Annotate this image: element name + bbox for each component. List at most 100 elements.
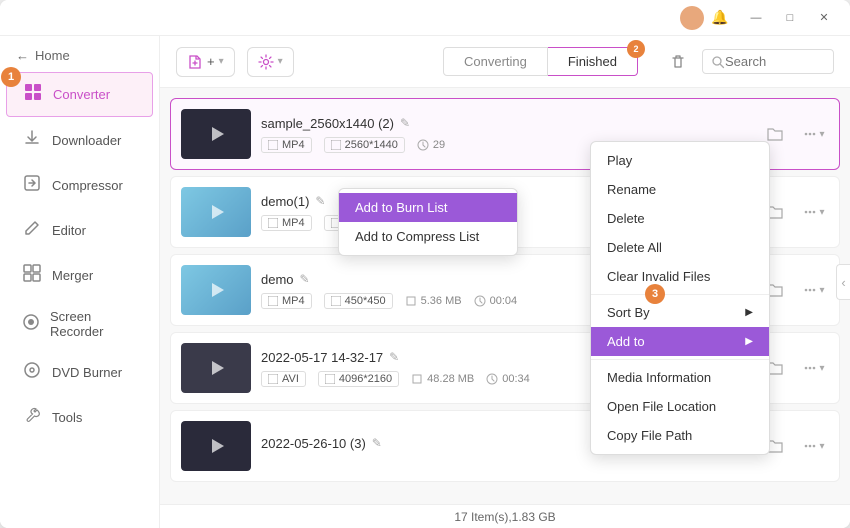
file-thumbnail bbox=[181, 265, 251, 315]
format-tag: MP4 bbox=[261, 215, 312, 231]
sidebar-label-editor: Editor bbox=[52, 223, 86, 238]
file-name: sample_2560x1440 (2) ✎ bbox=[261, 116, 749, 131]
back-label: Home bbox=[35, 48, 70, 63]
badge-3: 3 bbox=[645, 284, 665, 304]
compressor-icon bbox=[22, 174, 42, 197]
downloader-icon bbox=[22, 129, 42, 152]
search-box[interactable] bbox=[702, 49, 834, 74]
context-menu-rename[interactable]: Rename bbox=[591, 175, 769, 204]
file-more-button[interactable]: ▾ bbox=[797, 352, 829, 384]
resolution-tag: 2560*1440 bbox=[324, 137, 405, 153]
sidebar-item-dvd-burner[interactable]: DVD Burner bbox=[6, 351, 153, 394]
file-thumbnail bbox=[181, 187, 251, 237]
add-dropdown-arrow: ▾ bbox=[219, 56, 224, 67]
sidebar-item-tools[interactable]: Tools bbox=[6, 396, 153, 439]
context-menu-delete[interactable]: Delete bbox=[591, 204, 769, 233]
sidebar-item-converter[interactable]: Converter 1 bbox=[6, 72, 153, 117]
edit-icon[interactable]: ✎ bbox=[372, 436, 382, 450]
merger-icon bbox=[22, 264, 42, 287]
sidebar-item-merger[interactable]: Merger bbox=[6, 254, 153, 297]
settings-dropdown-arrow: ▾ bbox=[278, 56, 283, 67]
file-thumbnail bbox=[181, 343, 251, 393]
edit-icon[interactable]: ✎ bbox=[400, 116, 410, 130]
tab-finished[interactable]: Finished 2 bbox=[548, 47, 638, 76]
avatar bbox=[680, 6, 704, 30]
toolbar: + ▾ ▾ Converting Finished 2 bbox=[160, 36, 850, 88]
chevron-right-icon: ▶ bbox=[745, 307, 753, 318]
finished-badge: 2 bbox=[627, 40, 645, 58]
file-more-button[interactable]: ▾ bbox=[797, 118, 829, 150]
bell-icon[interactable]: 🔔 bbox=[708, 6, 732, 30]
resolution-tag: 450*450 bbox=[324, 293, 393, 309]
context-menu-clear-invalid[interactable]: Clear Invalid Files bbox=[591, 262, 769, 291]
edit-icon[interactable]: ✎ bbox=[389, 350, 399, 364]
context-menu-delete-all[interactable]: Delete All bbox=[591, 233, 769, 262]
dvd-burner-icon bbox=[22, 361, 42, 384]
edit-icon[interactable]: ✎ bbox=[315, 194, 325, 208]
file-size: 48.28 MB bbox=[411, 373, 474, 385]
app-window: 🔔 — □ ✕ ← Home Converter 1 bbox=[0, 0, 850, 528]
add-btn-label: + bbox=[207, 54, 215, 69]
badge-1: 1 bbox=[1, 67, 21, 87]
converter-icon bbox=[23, 83, 43, 106]
context-menu-open-location[interactable]: Open File Location bbox=[591, 392, 769, 421]
file-size: 5.36 MB bbox=[405, 295, 462, 307]
format-tag: MP4 bbox=[261, 293, 312, 309]
tab-group: Converting Finished 2 bbox=[443, 47, 638, 76]
sidebar-item-screen-recorder[interactable]: Screen Recorder bbox=[6, 299, 153, 349]
submenu-add-compress[interactable]: Add to Compress List bbox=[339, 222, 517, 251]
sidebar-label-compressor: Compressor bbox=[52, 178, 123, 193]
file-more-button[interactable]: ▾ bbox=[797, 430, 829, 462]
status-text: 17 Item(s),1.83 GB bbox=[454, 510, 555, 524]
file-thumbnail bbox=[181, 109, 251, 159]
sidebar-label-downloader: Downloader bbox=[52, 133, 121, 148]
context-menu-add-to[interactable]: Add to ▶ bbox=[591, 327, 769, 356]
tools-icon bbox=[22, 406, 42, 429]
back-icon: ← bbox=[16, 48, 29, 63]
sidebar: ← Home Converter 1 Downloader bbox=[0, 36, 160, 528]
file-duration: 29 bbox=[417, 139, 445, 151]
sidebar-back[interactable]: ← Home bbox=[0, 40, 159, 71]
status-bar: 17 Item(s),1.83 GB bbox=[160, 504, 850, 528]
submenu: Add to Burn List Add to Compress List bbox=[338, 188, 518, 256]
file-duration: 00:04 bbox=[474, 295, 518, 307]
search-input[interactable] bbox=[725, 54, 825, 69]
context-menu-separator bbox=[591, 359, 769, 360]
sidebar-label-merger: Merger bbox=[52, 268, 93, 283]
window-controls: — □ ✕ bbox=[740, 4, 840, 32]
editor-icon bbox=[22, 219, 42, 242]
sidebar-item-compressor[interactable]: Compressor bbox=[6, 164, 153, 207]
delete-button[interactable] bbox=[662, 46, 694, 78]
settings-button[interactable]: ▾ bbox=[247, 47, 294, 77]
sidebar-label-screen-recorder: Screen Recorder bbox=[50, 309, 137, 339]
context-menu-separator bbox=[591, 294, 769, 295]
collapse-button[interactable]: ‹ bbox=[836, 264, 850, 300]
sidebar-label-dvd-burner: DVD Burner bbox=[52, 365, 122, 380]
screen-recorder-icon bbox=[22, 313, 40, 336]
toolbar-actions bbox=[662, 46, 834, 78]
chevron-right-icon: ▶ bbox=[745, 336, 753, 347]
sidebar-label-converter: Converter bbox=[53, 87, 110, 102]
file-thumbnail bbox=[181, 421, 251, 471]
tab-converting[interactable]: Converting bbox=[443, 47, 548, 76]
edit-icon[interactable]: ✎ bbox=[300, 272, 310, 286]
submenu-add-burn[interactable]: Add to Burn List bbox=[339, 193, 517, 222]
minimize-button[interactable]: — bbox=[740, 4, 772, 32]
file-more-button[interactable]: ▾ bbox=[797, 196, 829, 228]
close-button[interactable]: ✕ bbox=[808, 4, 840, 32]
title-bar: 🔔 — □ ✕ bbox=[0, 0, 850, 36]
maximize-button[interactable]: □ bbox=[774, 4, 806, 32]
file-more-button[interactable]: ▾ bbox=[797, 274, 829, 306]
resolution-tag: 4096*2160 bbox=[318, 371, 399, 387]
context-menu: Play Rename Delete Delete All Clear Inva… bbox=[590, 141, 770, 455]
format-tag: AVI bbox=[261, 371, 306, 387]
sidebar-item-downloader[interactable]: Downloader bbox=[6, 119, 153, 162]
format-tag: MP4 bbox=[261, 137, 312, 153]
context-menu-media-info[interactable]: Media Information bbox=[591, 363, 769, 392]
context-menu-copy-path[interactable]: Copy File Path bbox=[591, 421, 769, 450]
add-file-button[interactable]: + ▾ bbox=[176, 47, 235, 77]
sidebar-item-editor[interactable]: Editor bbox=[6, 209, 153, 252]
context-menu-play[interactable]: Play bbox=[591, 146, 769, 175]
file-duration: 00:34 bbox=[486, 373, 530, 385]
context-menu-sort-by[interactable]: Sort By ▶ bbox=[591, 298, 769, 327]
